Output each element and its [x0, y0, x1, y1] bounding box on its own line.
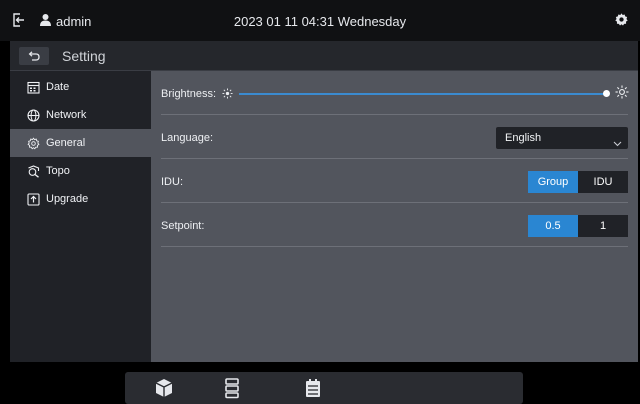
brightness-label: Brightness: [161, 88, 217, 100]
cube-icon[interactable] [153, 377, 175, 399]
sidebar-item-label: General [46, 137, 86, 149]
language-select[interactable]: English [496, 127, 628, 149]
dock [125, 372, 523, 404]
brightness-low-icon [222, 86, 233, 104]
globe-icon [27, 108, 40, 122]
language-row: Language: English [151, 115, 638, 159]
calendar-icon [27, 81, 40, 94]
sidebar-item-network[interactable]: Network [10, 101, 151, 129]
upgrade-icon [27, 192, 40, 206]
brightness-high-icon [615, 85, 629, 104]
sidebar-item-topo[interactable]: Topo [10, 157, 151, 185]
title-bar: Setting [10, 41, 638, 71]
setpoint-one-option[interactable]: 1 [578, 215, 628, 237]
back-arrow-icon [28, 50, 40, 61]
topology-icon [28, 164, 40, 178]
sidebar-item-upgrade[interactable]: Upgrade [10, 185, 151, 213]
idu-group-option[interactable]: Group [528, 171, 578, 193]
idu-row: IDU: Group IDU [151, 159, 638, 203]
chevron-down-icon [613, 134, 622, 152]
status-bar: admin 2023 01 11 04:31 Wednesday [0, 0, 640, 41]
sidebar: Date Network General Topo Upgrade [10, 71, 151, 362]
bottom-bar [0, 362, 640, 404]
idu-idu-option[interactable]: IDU [578, 171, 628, 193]
sidebar-item-general[interactable]: General [10, 129, 151, 157]
gear-icon[interactable] [614, 12, 629, 32]
sidebar-item-date[interactable]: Date [10, 73, 151, 101]
schedule-icon[interactable] [302, 377, 324, 399]
gear-icon [27, 136, 40, 149]
sidebar-item-label: Upgrade [46, 193, 89, 205]
brightness-slider[interactable] [239, 93, 606, 95]
setpoint-row: Setpoint: 0.5 1 [151, 203, 638, 247]
back-button[interactable] [19, 47, 49, 65]
language-label: Language: [161, 132, 213, 144]
unit-list-icon[interactable] [221, 377, 243, 399]
setpoint-half-option[interactable]: 0.5 [528, 215, 578, 237]
page-title: Setting [62, 48, 106, 64]
idu-label: IDU: [161, 176, 183, 188]
setpoint-label: Setpoint: [161, 220, 205, 232]
language-selected-value: English [505, 132, 542, 144]
general-settings-panel: Brightness: Language: English IDU: Group… [151, 71, 638, 362]
sidebar-item-label: Topo [46, 165, 70, 177]
brightness-row: Brightness: [151, 71, 638, 115]
datetime: 2023 01 11 04:31 Wednesday [233, 14, 407, 29]
sidebar-item-label: Network [46, 109, 87, 121]
brightness-slider-handle[interactable] [603, 90, 610, 97]
sidebar-item-label: Date [46, 81, 70, 93]
